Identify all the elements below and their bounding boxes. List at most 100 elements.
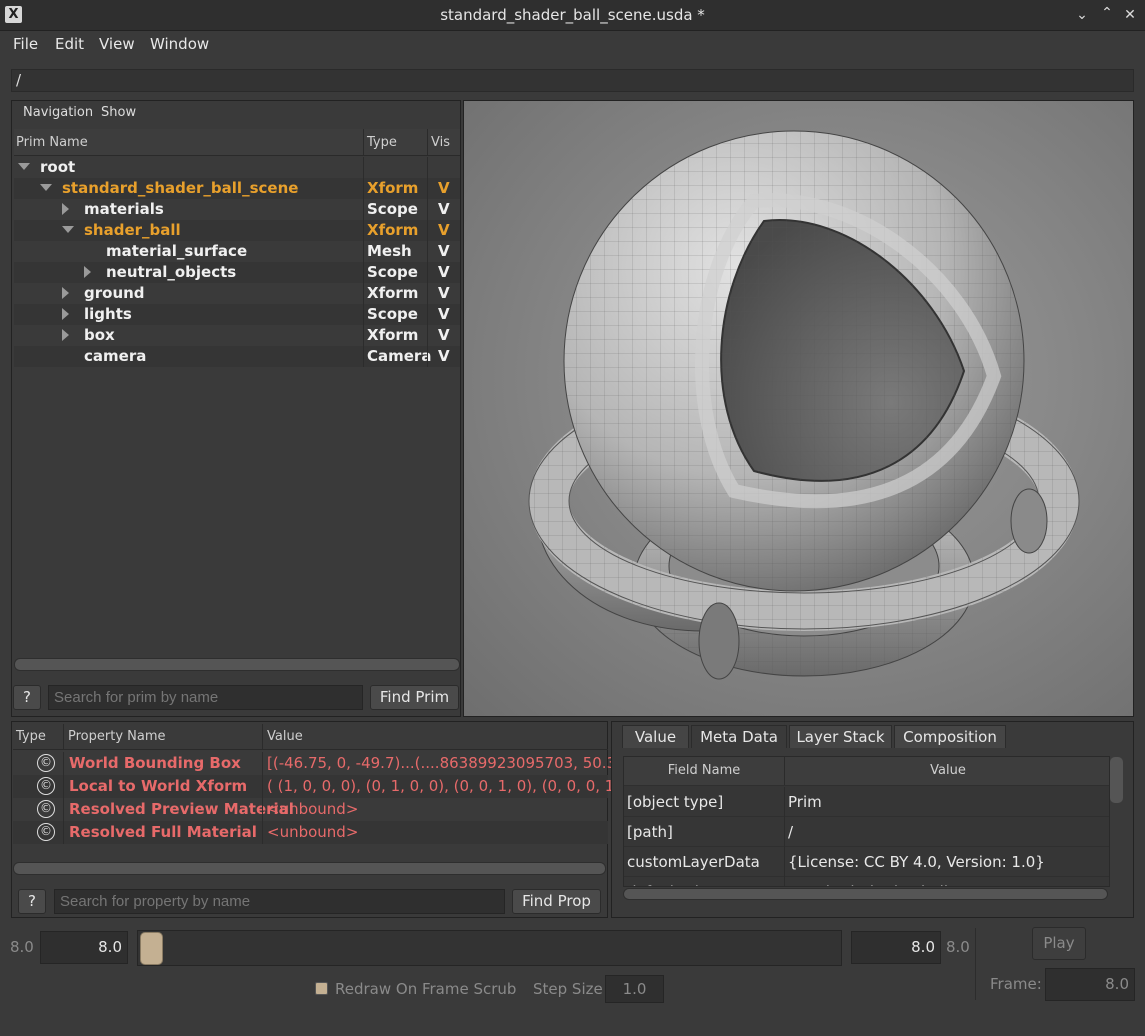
- prim-row[interactable]: box Xform V: [14, 325, 460, 346]
- metadata-field-value: standard_shader_ball_scene: [788, 883, 1000, 886]
- column-prim-name[interactable]: Prim Name: [16, 135, 88, 150]
- prim-search-input[interactable]: [48, 685, 363, 710]
- menu-edit[interactable]: Edit: [55, 35, 84, 53]
- 3d-viewport[interactable]: [463, 100, 1134, 717]
- metadata-table: Field Name Value [object type] Prim [path]…: [623, 756, 1110, 887]
- tab-value[interactable]: Value: [622, 725, 689, 748]
- prim-row[interactable]: camera Camera V: [14, 346, 460, 367]
- prim-vis-toggle[interactable]: V: [438, 263, 450, 281]
- collapse-arrow-icon[interactable]: [40, 184, 52, 191]
- expand-arrow-icon[interactable]: [62, 308, 69, 320]
- metadata-hscrollbar[interactable]: [623, 888, 1108, 900]
- redraw-checkbox[interactable]: [315, 982, 328, 995]
- frame-label: Frame:: [990, 975, 1042, 993]
- column-field-name[interactable]: Field Name: [624, 763, 784, 778]
- start-frame-label: 8.0: [10, 938, 34, 956]
- column-prop-value[interactable]: Value: [267, 729, 303, 744]
- metadata-row[interactable]: customLayerData {License: CC BY 4.0, Vers…: [624, 847, 1109, 877]
- prim-tree-header: Prim Name Type Vis: [14, 129, 460, 156]
- path-field[interactable]: /: [11, 69, 1134, 92]
- expand-arrow-icon[interactable]: [62, 203, 69, 215]
- property-row[interactable]: © Resolved Preview Material <unbound>: [13, 798, 608, 821]
- property-row[interactable]: © Local to World Xform ( (1, 0, 0, 0), (0,…: [13, 775, 631, 798]
- prim-row[interactable]: lights Scope V: [14, 304, 460, 325]
- prim-vis-toggle[interactable]: V: [438, 179, 450, 197]
- prim-row[interactable]: root: [14, 157, 460, 178]
- prim-row[interactable]: materials Scope V: [14, 199, 460, 220]
- property-value: [(-46.75, 0, -49.7)...(....8638992309570…: [267, 754, 628, 772]
- property-row[interactable]: © Resolved Full Material <unbound>: [13, 821, 608, 844]
- expand-arrow-icon[interactable]: [62, 329, 69, 341]
- prim-vis-toggle[interactable]: V: [438, 305, 450, 323]
- find-prop-button[interactable]: Find Prop: [512, 889, 601, 914]
- collapse-arrow-icon[interactable]: [62, 226, 74, 233]
- property-value: <unbound>: [267, 800, 359, 818]
- column-type[interactable]: Type: [367, 135, 397, 150]
- expand-arrow-icon[interactable]: [62, 287, 69, 299]
- property-scrollbar[interactable]: [13, 862, 606, 875]
- menu-window[interactable]: Window: [150, 35, 209, 53]
- prim-tree: root standard_shader_ball_scene Xform Vmate…: [14, 157, 460, 369]
- column-vis[interactable]: Vis: [431, 135, 450, 150]
- prim-help-button[interactable]: ?: [13, 685, 41, 710]
- column-prop-name[interactable]: Property Name: [68, 729, 166, 744]
- close-icon[interactable]: ✕: [1120, 5, 1140, 25]
- tab-show[interactable]: Show: [101, 105, 136, 120]
- menu-file[interactable]: File: [13, 35, 38, 53]
- start-frame-input[interactable]: 8.0: [40, 931, 128, 964]
- prim-vis-toggle[interactable]: V: [438, 326, 450, 344]
- metadata-row[interactable]: [object type] Prim: [624, 787, 1109, 817]
- column-meta-value[interactable]: Value: [785, 763, 1109, 778]
- tab-layer-stack[interactable]: Layer Stack: [789, 725, 892, 748]
- end-frame-input[interactable]: 8.0: [851, 931, 941, 964]
- metadata-vscrollbar[interactable]: [1110, 757, 1123, 803]
- property-search-input[interactable]: [54, 889, 505, 914]
- property-table-header: Type Property Name Value: [13, 724, 608, 750]
- tab-navigation[interactable]: Navigation: [23, 105, 93, 120]
- metadata-field-name: customLayerData: [627, 853, 760, 871]
- prim-type: Scope: [367, 200, 418, 218]
- tab-composition[interactable]: Composition: [894, 725, 1006, 748]
- maximize-icon[interactable]: ⌃: [1097, 3, 1117, 23]
- prim-row[interactable]: material_surface Mesh V: [14, 241, 460, 262]
- metadata-field-name: defaultPrim: [627, 883, 714, 886]
- prim-row[interactable]: ground Xform V: [14, 283, 460, 304]
- expand-arrow-icon[interactable]: [84, 266, 91, 278]
- frame-slider-handle[interactable]: [140, 932, 163, 965]
- computed-property-icon: ©: [37, 754, 55, 772]
- step-size-input[interactable]: 1.0: [605, 975, 664, 1003]
- prim-row[interactable]: shader_ball Xform V: [14, 220, 460, 241]
- find-prim-button[interactable]: Find Prim: [370, 685, 459, 710]
- property-name: World Bounding Box: [69, 754, 241, 772]
- prop-help-button[interactable]: ?: [18, 889, 46, 914]
- menu-view[interactable]: View: [99, 35, 135, 53]
- prim-vis-toggle[interactable]: V: [438, 347, 450, 365]
- prim-type: Scope: [367, 263, 418, 281]
- tab-meta-data[interactable]: Meta Data: [691, 725, 787, 748]
- prim-row[interactable]: neutral_objects Scope V: [14, 262, 460, 283]
- prim-vis-toggle[interactable]: V: [438, 284, 450, 302]
- property-row[interactable]: © World Bounding Box [(-46.75, 0, -49.7)..…: [13, 752, 628, 775]
- prim-name: neutral_objects: [106, 263, 237, 281]
- property-value: <unbound>: [267, 823, 359, 841]
- prim-vis-toggle[interactable]: V: [438, 242, 450, 260]
- minimize-icon[interactable]: ⌄: [1072, 5, 1092, 25]
- column-prop-type[interactable]: Type: [16, 729, 46, 744]
- prim-vis-toggle[interactable]: V: [438, 221, 450, 239]
- collapse-arrow-icon[interactable]: [18, 163, 30, 170]
- metadata-row[interactable]: defaultPrim standard_shader_ball_scene: [624, 877, 1109, 886]
- play-button[interactable]: Play: [1032, 927, 1086, 960]
- metadata-header: Field Name Value: [624, 757, 1109, 786]
- frame-input[interactable]: 8.0: [1045, 968, 1135, 1001]
- prim-tree-scrollbar[interactable]: [14, 658, 460, 671]
- prim-name: root: [40, 158, 76, 176]
- step-size-label: Step Size: [533, 980, 603, 998]
- frame-slider-track[interactable]: [137, 930, 842, 966]
- prim-row[interactable]: standard_shader_ball_scene Xform V: [14, 178, 460, 199]
- metadata-field-value: Prim: [788, 793, 822, 811]
- metadata-row[interactable]: [path] /: [624, 817, 1109, 847]
- window-title: standard_shader_ball_scene.usda *: [440, 6, 705, 24]
- computed-property-icon: ©: [37, 823, 55, 841]
- shader-ball-render: [528, 130, 1080, 680]
- prim-vis-toggle[interactable]: V: [438, 200, 450, 218]
